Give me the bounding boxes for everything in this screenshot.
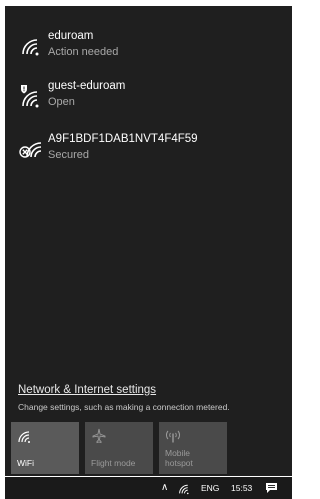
network-status: Action needed	[48, 46, 119, 58]
tile-flight-mode[interactable]: Flight mode	[85, 422, 153, 474]
tile-mobile-hotspot[interactable]: Mobile hotspot	[159, 422, 227, 474]
network-flyout: eduroam Action needed guest-eduroam Open…	[5, 6, 292, 476]
wifi-icon	[18, 431, 30, 443]
tile-label: Flight mode	[91, 458, 136, 468]
network-ssid: guest-eduroam	[48, 80, 126, 92]
wifi-icon	[22, 39, 39, 56]
network-ssid: A9F1BDF1DAB1NVT4F4F59	[48, 133, 198, 145]
tile-label: Mobile hotspot	[165, 448, 193, 468]
airplane-icon	[92, 428, 106, 444]
notification-icon[interactable]	[265, 482, 278, 494]
chevron-up-icon[interactable]: ∧	[161, 477, 168, 499]
network-status: Open	[48, 96, 75, 108]
hotspot-icon	[166, 430, 180, 443]
network-item-guest-eduroam[interactable]: guest-eduroam Open	[5, 76, 292, 122]
tile-wifi[interactable]: WiFi	[11, 422, 79, 474]
network-status: Secured	[48, 149, 89, 161]
network-item-eduroam[interactable]: eduroam Action needed	[5, 26, 292, 72]
wifi-tray-icon[interactable]	[178, 482, 191, 495]
tile-label: WiFi	[17, 458, 34, 468]
network-ssid: eduroam	[48, 30, 94, 42]
network-item-secured[interactable]: A9F1BDF1DAB1NVT4F4F59 Secured	[5, 129, 292, 175]
network-settings-link[interactable]: Network & Internet settings	[18, 384, 156, 396]
wifi-secured-icon	[19, 142, 42, 158]
language-indicator[interactable]: ENG	[201, 477, 219, 499]
taskbar: ∧ ENG 15:53	[5, 477, 292, 499]
wifi-shield-icon	[21, 85, 39, 108]
clock[interactable]: 15:53	[231, 477, 252, 499]
network-settings-description: Change settings, such as making a connec…	[18, 402, 230, 412]
